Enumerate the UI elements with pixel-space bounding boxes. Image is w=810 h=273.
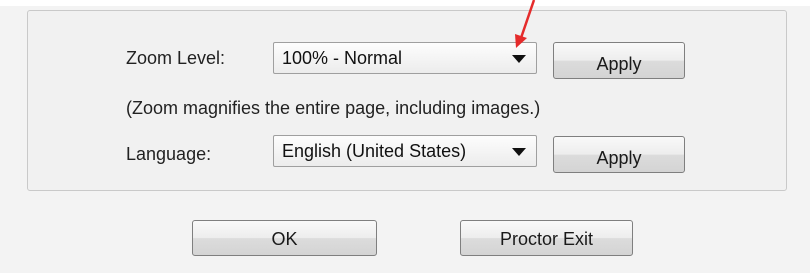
language-selected-value: English (United States) bbox=[282, 141, 467, 161]
chevron-down-icon bbox=[512, 148, 526, 156]
zoom-level-selected-value: 100% - Normal bbox=[282, 48, 403, 68]
zoom-level-select[interactable]: 100% - Normal bbox=[273, 42, 537, 74]
ok-button-label: OK bbox=[271, 229, 298, 249]
language-apply-button-label: Apply bbox=[596, 148, 642, 168]
zoom-level-label: Zoom Level: bbox=[126, 48, 226, 68]
annotation-arrow-shaft bbox=[519, 0, 536, 39]
language-apply-button[interactable]: Apply bbox=[553, 136, 685, 173]
zoom-note-text: (Zoom magnifies the entire page, includi… bbox=[126, 98, 541, 118]
top-strip bbox=[0, 0, 810, 6]
proctor-exit-button-label: Proctor Exit bbox=[499, 229, 594, 249]
language-label: Language: bbox=[126, 144, 212, 164]
proctor-exit-button[interactable]: Proctor Exit bbox=[460, 220, 633, 256]
annotation-arrow-head bbox=[515, 34, 527, 48]
ok-button[interactable]: OK bbox=[192, 220, 377, 256]
zoom-apply-button-label: Apply bbox=[596, 54, 642, 74]
language-select[interactable]: English (United States) bbox=[273, 135, 537, 167]
red-arrow-annotation-icon bbox=[515, 0, 536, 48]
zoom-apply-button[interactable]: Apply bbox=[553, 42, 685, 79]
